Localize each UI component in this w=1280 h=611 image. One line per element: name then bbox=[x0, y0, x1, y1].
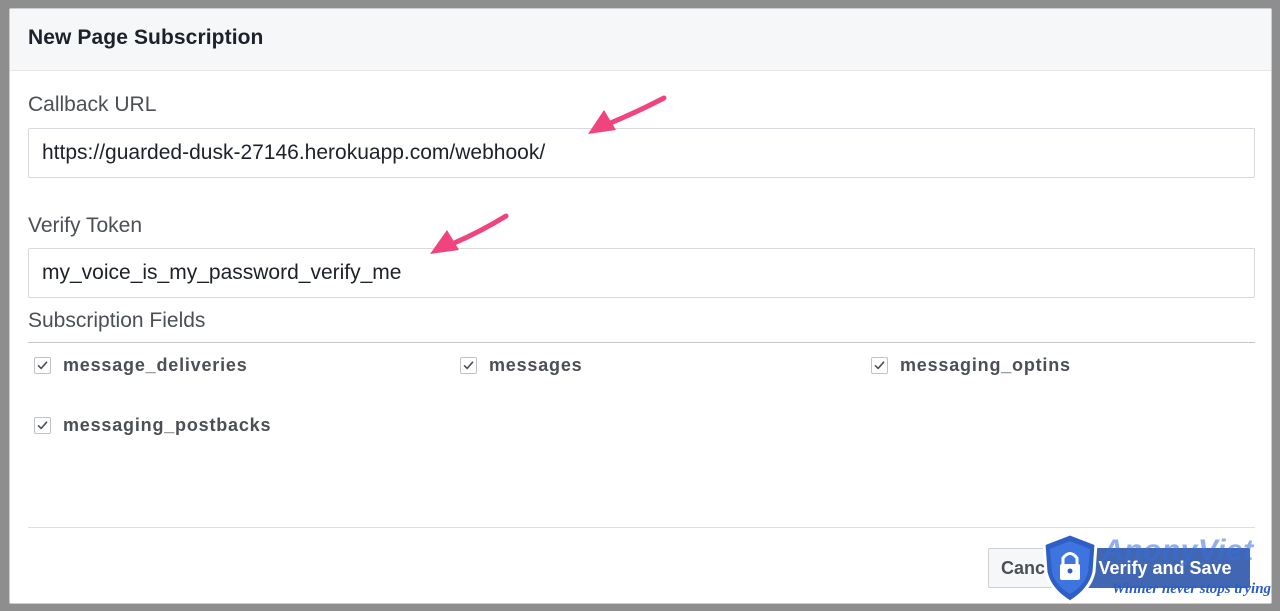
check-icon[interactable] bbox=[460, 357, 477, 374]
dialog-header: New Page Subscription bbox=[10, 9, 1271, 71]
verify-token-input[interactable] bbox=[28, 248, 1255, 298]
subscription-fields-divider bbox=[28, 342, 1255, 343]
checkbox-messaging-postbacks[interactable]: messaging_postbacks bbox=[34, 415, 271, 436]
checkbox-message-deliveries[interactable]: message_deliveries bbox=[34, 355, 248, 376]
pink-pointer-arrow-icon bbox=[430, 213, 509, 254]
checkbox-messaging-optins[interactable]: messaging_optins bbox=[871, 355, 1071, 376]
verify-and-save-button[interactable]: Verify and Save bbox=[1080, 548, 1250, 588]
checkbox-label: messaging_postbacks bbox=[63, 415, 272, 435]
checkbox-label: messaging_optins bbox=[900, 355, 1071, 375]
subscription-fields-label: Subscription Fields bbox=[28, 309, 206, 332]
check-icon[interactable] bbox=[34, 417, 51, 434]
checkbox-label: message_deliveries bbox=[63, 355, 248, 375]
check-icon[interactable] bbox=[34, 357, 51, 374]
checkbox-messages[interactable]: messages bbox=[460, 355, 582, 376]
dialog-title: New Page Subscription bbox=[28, 26, 264, 49]
pink-pointer-arrow-icon bbox=[588, 95, 667, 134]
check-icon[interactable] bbox=[871, 357, 888, 374]
callback-url-label: Callback URL bbox=[28, 93, 157, 116]
cancel-button[interactable]: Cancel bbox=[988, 548, 1088, 588]
checkbox-label: messages bbox=[489, 355, 583, 375]
verify-token-label: Verify Token bbox=[28, 214, 143, 237]
footer-divider bbox=[28, 527, 1255, 528]
